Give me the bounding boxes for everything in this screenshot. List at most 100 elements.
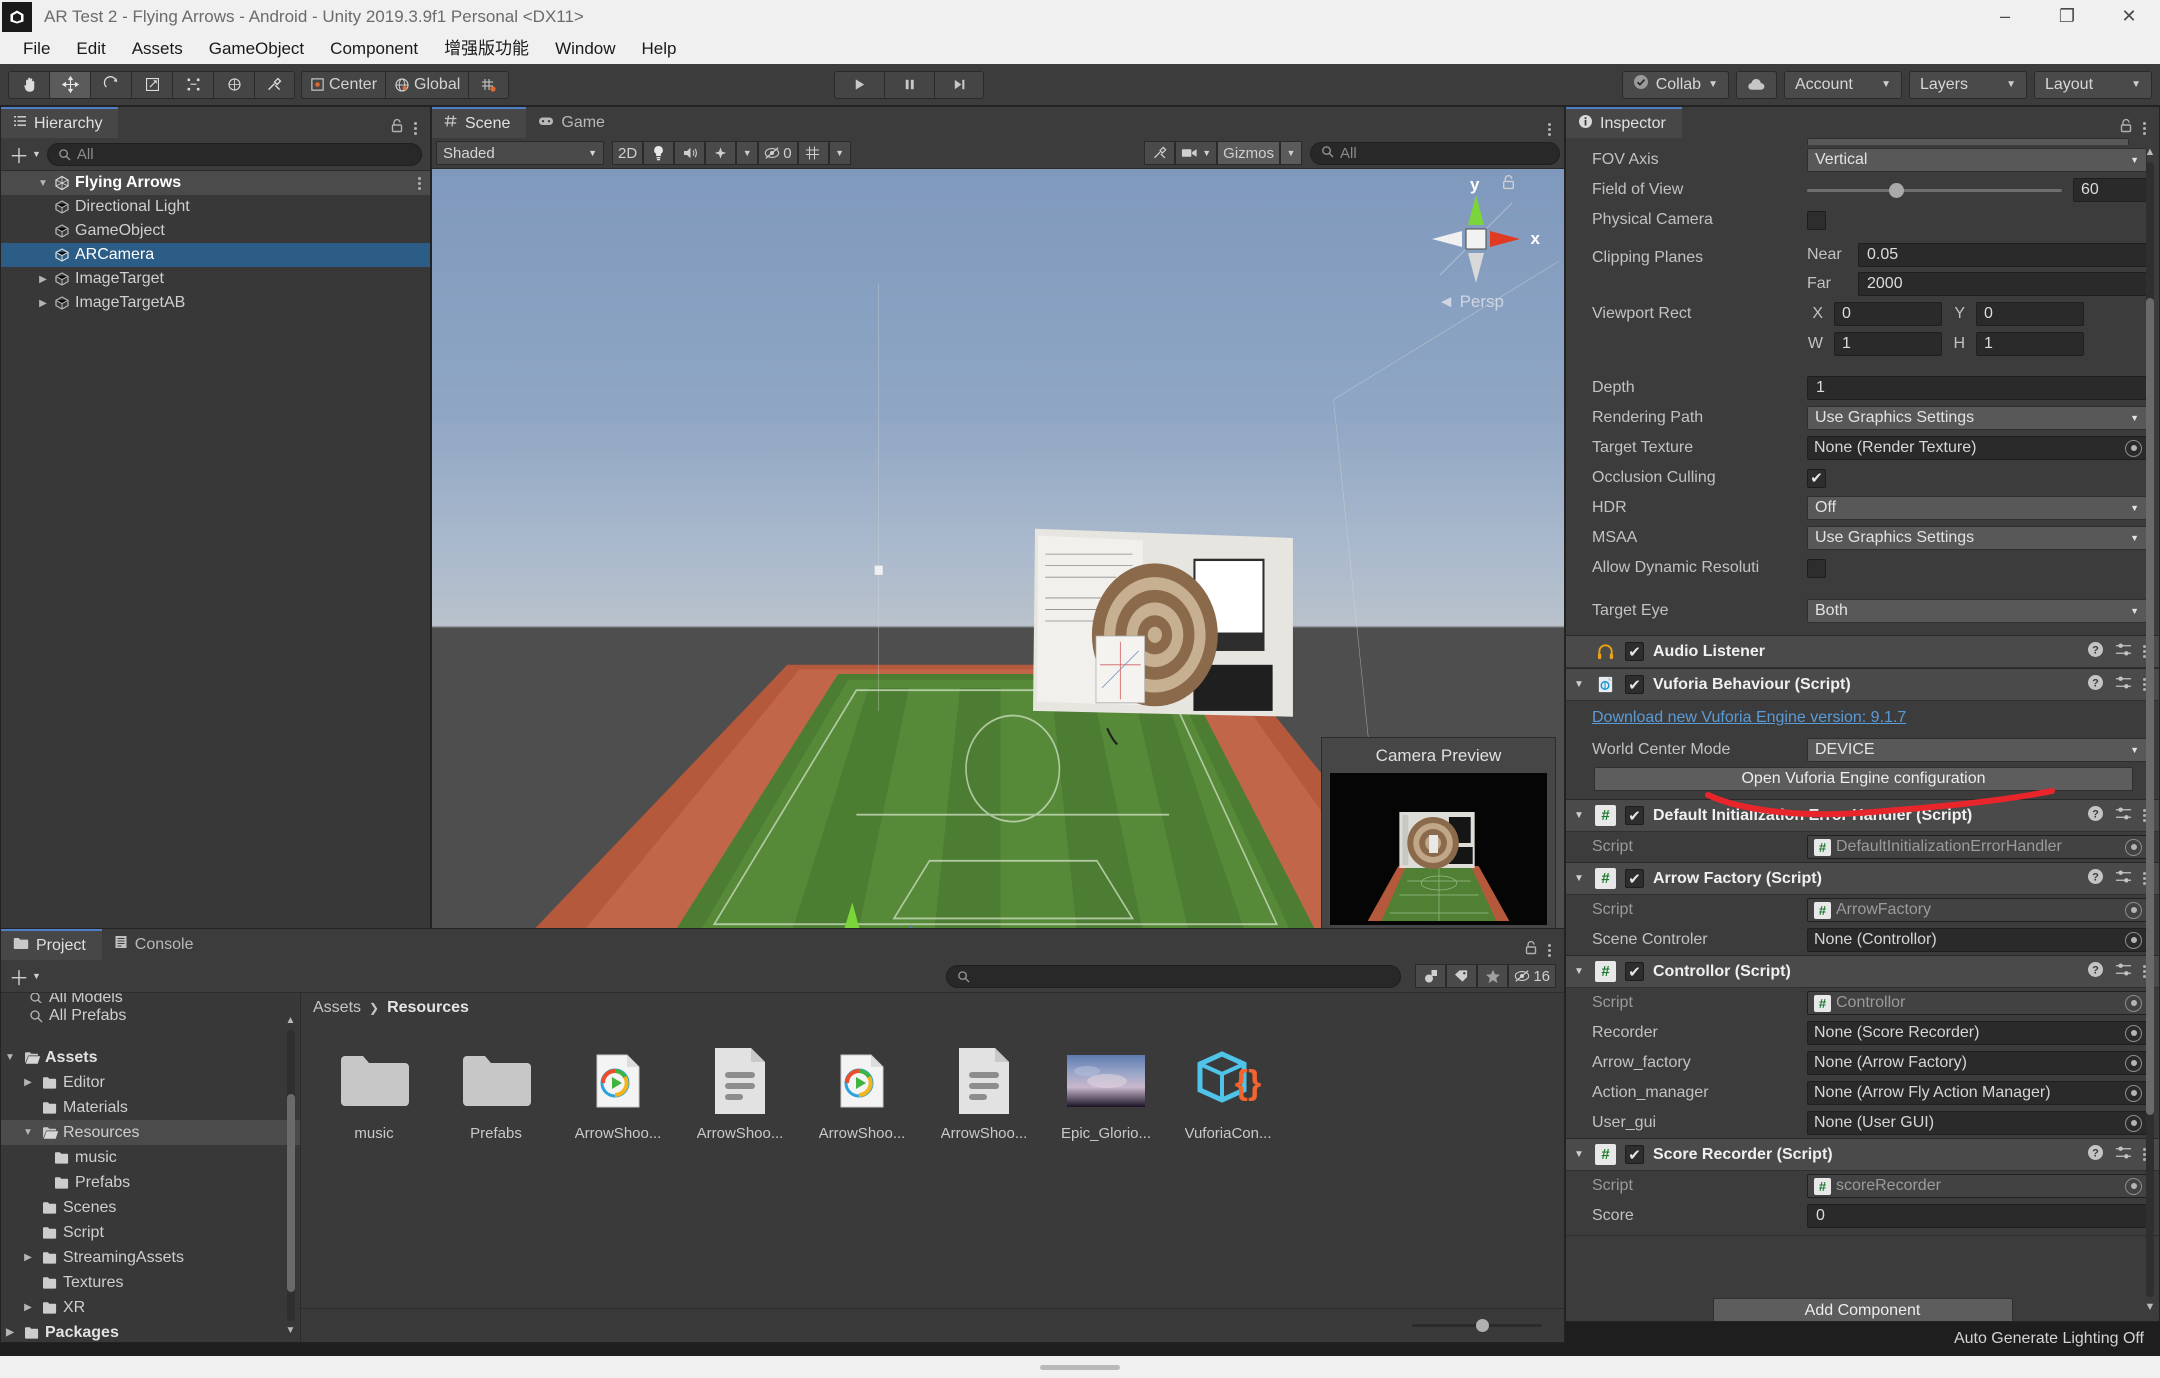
chevron-right-icon[interactable]: ▶	[19, 1077, 37, 1088]
project-tree-scrollbar[interactable]: ▲ ▼	[284, 1015, 297, 1336]
gizmos-button[interactable]: Gizmos	[1217, 141, 1280, 165]
preset-icon[interactable]	[2115, 642, 2132, 662]
asset-item[interactable]: Epic_Glorio...	[1049, 1045, 1163, 1142]
object-picker-icon[interactable]	[2125, 1115, 2142, 1132]
project-tree-item-all-prefabs[interactable]: All Prefabs	[1, 1003, 300, 1028]
tab-inspector[interactable]: Inspector	[1566, 107, 1682, 138]
scene-audio-icon[interactable]	[674, 141, 705, 165]
tab-game[interactable]: Game	[526, 107, 621, 138]
grid-snap-icon[interactable]	[468, 71, 509, 99]
project-tree-item-resources[interactable]: ▼ Resources	[1, 1120, 300, 1145]
rotate-tool-icon[interactable]	[90, 71, 131, 99]
scene-hidden-objects-toggle[interactable]: 0	[758, 141, 797, 165]
project-menu-icon[interactable]	[1548, 942, 1554, 959]
default-init-script-field[interactable]: # DefaultInitializationErrorHandler	[1807, 835, 2147, 859]
hierarchy-item-flying-arrows[interactable]: ▼ Flying Arrows	[1, 171, 430, 195]
scroll-up-icon[interactable]: ▲	[2145, 146, 2156, 158]
hierarchy-item-arcamera[interactable]: ▶ ARCamera	[1, 243, 430, 267]
chevron-down-icon[interactable]: ▼	[1574, 1149, 1586, 1160]
viewport-h-input[interactable]: 1	[1976, 332, 2084, 356]
scene-menu-icon[interactable]	[1548, 121, 1554, 138]
component-header-audio-listener[interactable]: ▼ ✔ Audio Listener ?	[1566, 635, 2159, 668]
scene-grid-dropdown[interactable]: ▼	[829, 141, 851, 165]
toggle-2d-button[interactable]: 2D	[612, 141, 643, 165]
scrollbar-thumb[interactable]	[2146, 298, 2154, 1115]
chevron-down-icon[interactable]: ▼	[1574, 966, 1586, 977]
pivot-mode-button[interactable]: Center	[301, 71, 385, 99]
breadcrumb-resources[interactable]: Resources	[387, 999, 469, 1017]
menu-assets[interactable]: Assets	[119, 33, 196, 64]
hierarchy-item-directional-light[interactable]: ▶ Directional Light	[1, 195, 430, 219]
tab-console[interactable]: Console	[102, 929, 210, 960]
object-picker-icon[interactable]	[2125, 839, 2142, 856]
chevron-down-icon[interactable]: ▼	[35, 178, 51, 189]
scene-fx-dropdown[interactable]: ▼	[736, 141, 758, 165]
filter-by-type-icon[interactable]	[1415, 964, 1446, 988]
slider-knob[interactable]	[1476, 1319, 1489, 1332]
play-button[interactable]	[834, 71, 884, 99]
component-header-arrow-factory[interactable]: ▼ # ✔ Arrow Factory (Script) ?	[1566, 862, 2159, 895]
arrow-factory-enabled-checkbox[interactable]: ✔	[1625, 869, 1644, 888]
slider-knob[interactable]	[1889, 183, 1904, 198]
action-manager-field[interactable]: None (Arrow Fly Action Manager)	[1807, 1081, 2147, 1105]
msaa-dropdown[interactable]: Use Graphics Settings▼	[1807, 526, 2147, 550]
scene-camera-icon[interactable]: ▼	[1175, 141, 1217, 165]
asset-item[interactable]: ArrowShoo...	[805, 1045, 919, 1142]
hierarchy-search-input[interactable]: All	[47, 143, 422, 166]
scene-component-tools-icon[interactable]	[1144, 141, 1175, 165]
component-header-score-recorder[interactable]: ▼ # ✔ Score Recorder (Script) ?	[1566, 1138, 2159, 1171]
scroll-down-icon[interactable]: ▼	[2145, 1301, 2156, 1313]
scale-tool-icon[interactable]	[131, 71, 172, 99]
hierarchy-item-imagetargetab[interactable]: ▶ ImageTargetAB	[1, 291, 430, 315]
object-picker-icon[interactable]	[2125, 1055, 2142, 1072]
scene-persp-label[interactable]: ◄ Persp	[1438, 292, 1504, 312]
help-icon[interactable]: ?	[2087, 1144, 2104, 1166]
hierarchy-menu-icon[interactable]	[414, 120, 420, 137]
object-picker-icon[interactable]	[2125, 1178, 2142, 1195]
hierarchy-item-gameobject[interactable]: ▶ GameObject	[1, 219, 430, 243]
help-icon[interactable]: ?	[2087, 961, 2104, 983]
fov-axis-dropdown[interactable]: Vertical▼	[1807, 148, 2147, 172]
scroll-down-icon[interactable]: ▼	[286, 1325, 296, 1336]
depth-input[interactable]: 1	[1807, 376, 2147, 400]
scene-viewport[interactable]: y x ◄ Persp Camera Preview	[432, 169, 1564, 930]
menu-window[interactable]: Window	[542, 33, 628, 64]
menu-edit[interactable]: Edit	[63, 33, 118, 64]
scene-orientation-gizmo[interactable]: y x	[1416, 179, 1536, 299]
hierarchy-item-menu-icon[interactable]	[418, 175, 424, 192]
vuforia-download-link[interactable]: Download new Vuforia Engine version: 9.1…	[1592, 709, 1906, 727]
project-tree-item-all-models[interactable]: All Models	[1, 993, 300, 1003]
help-icon[interactable]: ?	[2087, 641, 2104, 663]
help-icon[interactable]: ?	[2087, 805, 2104, 827]
tab-hierarchy[interactable]: Hierarchy	[1, 107, 118, 138]
handle-space-button[interactable]: Global	[385, 71, 468, 99]
project-tree-item-music[interactable]: music	[1, 1145, 300, 1170]
project-tree-item-streamingassets[interactable]: ▶ StreamingAssets	[1, 1245, 300, 1270]
cloud-button[interactable]	[1736, 71, 1777, 99]
lock-icon[interactable]	[1524, 940, 1538, 960]
scrollbar-thumb[interactable]	[287, 1094, 295, 1292]
hierarchy-tree[interactable]: ▼ Flying Arrows ▶ Directional Lig	[1, 171, 430, 930]
chevron-down-icon[interactable]: ▼	[1574, 679, 1586, 690]
tab-project[interactable]: Project	[1, 929, 102, 960]
scrollbar-track[interactable]	[2146, 162, 2154, 1297]
chevron-right-icon[interactable]: ▶	[19, 1302, 37, 1313]
custom-tool-icon[interactable]	[254, 71, 295, 99]
arrow-factory-script-field[interactable]: # ArrowFactory	[1807, 898, 2147, 922]
favorites-icon[interactable]	[1477, 964, 1508, 988]
viewport-x-input[interactable]: 0	[1834, 302, 1942, 326]
help-icon[interactable]: ?	[2087, 674, 2104, 696]
inspector-scrollbar[interactable]: ▲ ▼	[2143, 146, 2157, 1313]
viewport-y-input[interactable]: 0	[1976, 302, 2084, 326]
breadcrumb-assets[interactable]: Assets	[313, 999, 361, 1017]
collab-button[interactable]: Collab ▼	[1622, 71, 1729, 99]
draw-mode-dropdown[interactable]: Shaded ▼	[436, 141, 604, 165]
project-tree-item-materials[interactable]: ▶ Materials	[1, 1095, 300, 1120]
scene-fx-icon[interactable]	[705, 141, 736, 165]
menu-component[interactable]: Component	[317, 33, 431, 64]
viewport-w-input[interactable]: 1	[1834, 332, 1942, 356]
score-recorder-enabled-checkbox[interactable]: ✔	[1625, 1145, 1644, 1164]
vuforia-enabled-checkbox[interactable]: ✔	[1625, 675, 1644, 694]
chevron-right-icon[interactable]: ▶	[35, 274, 51, 285]
occlusion-culling-checkbox[interactable]: ✔	[1807, 469, 1826, 488]
